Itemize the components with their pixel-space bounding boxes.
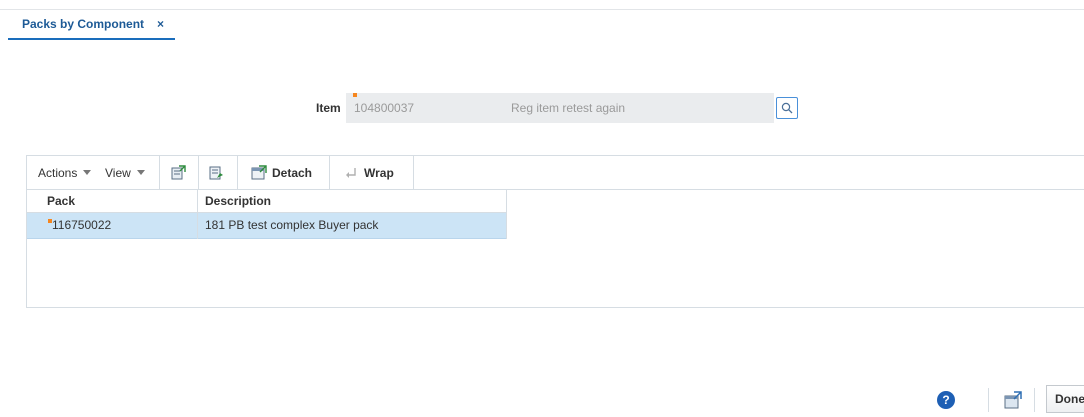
toolbar-divider	[329, 156, 330, 189]
cell-description: 181 PB test complex Buyer pack	[205, 218, 379, 232]
tab-title: Packs by Component	[22, 17, 145, 31]
required-indicator	[353, 93, 357, 97]
column-divider	[506, 190, 507, 239]
search-button[interactable]	[776, 97, 798, 119]
table-header: Pack Description	[27, 190, 507, 213]
tab-close-button[interactable]: ×	[157, 17, 164, 31]
table-toolbar: Actions View Detach Wrap	[27, 156, 1084, 190]
packs-grid: Pack Description 116750022 181 PB test c…	[27, 190, 507, 239]
detach-button[interactable]: Detach	[251, 156, 312, 189]
detach-icon	[251, 164, 267, 179]
toolbar-divider	[237, 156, 238, 189]
toolbar-divider	[413, 156, 414, 189]
help-icon: ?	[942, 393, 950, 407]
column-header-description[interactable]: Description	[205, 190, 271, 212]
chevron-down-icon	[136, 170, 145, 175]
footer-export-button[interactable]	[1003, 390, 1023, 410]
table-row[interactable]: 116750022 181 PB test complex Buyer pack	[27, 213, 507, 239]
detach-label: Detach	[272, 165, 313, 180]
footer-divider	[1034, 388, 1035, 412]
edit-rows-icon	[209, 166, 223, 179]
packs-table-panel: Actions View Detach Wrap Pack Descriptio…	[26, 155, 1084, 308]
cell-pack: 116750022	[52, 218, 112, 232]
toolbar-divider	[159, 156, 160, 189]
export-icon	[171, 164, 186, 179]
toolbar-divider	[198, 156, 199, 189]
actions-menu[interactable]: Actions	[38, 156, 92, 189]
footer-divider	[988, 388, 989, 412]
export-button[interactable]	[170, 156, 186, 189]
wrap-icon	[346, 167, 356, 178]
view-label: View	[105, 165, 131, 180]
help-button[interactable]: ?	[937, 391, 955, 409]
column-divider	[197, 190, 198, 239]
item-description: Reg item retest again	[511, 101, 626, 115]
export-icon	[1004, 391, 1022, 409]
item-field[interactable]: 104800037 Reg item retest again	[346, 93, 774, 123]
wrap-button[interactable]: Wrap	[344, 156, 394, 189]
chevron-down-icon	[83, 170, 92, 175]
edit-button[interactable]	[208, 156, 224, 189]
view-menu[interactable]: View	[105, 156, 145, 189]
done-button[interactable]: Done	[1046, 385, 1084, 413]
wrap-label: Wrap	[364, 165, 394, 180]
actions-label: Actions	[38, 165, 78, 180]
item-label: Item	[316, 101, 341, 115]
tab-packs-by-component[interactable]: Packs by Component ×	[8, 10, 175, 40]
column-header-pack[interactable]: Pack	[47, 190, 75, 212]
search-icon	[781, 102, 793, 114]
item-value: 104800037	[354, 101, 415, 115]
